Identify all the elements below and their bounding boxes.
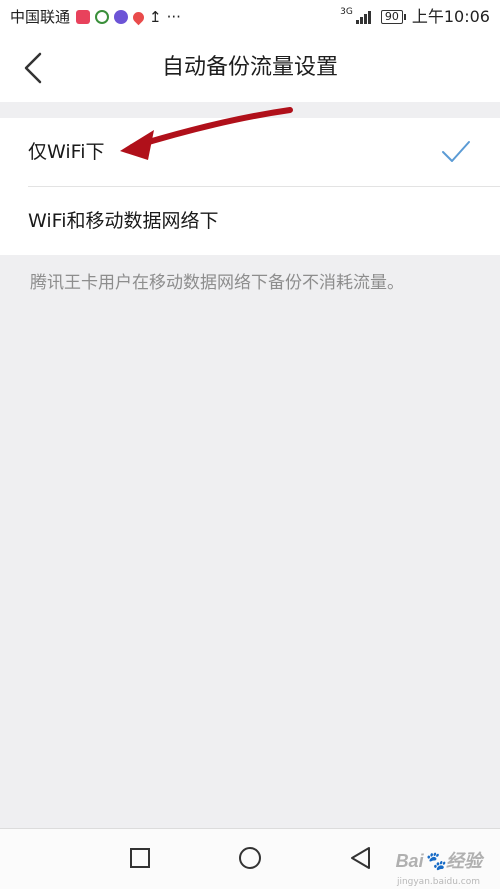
title-bar: 自动备份流量设置 — [0, 34, 500, 102]
message-icon — [114, 10, 129, 24]
watermark-logo: Bai🐾经验 — [395, 851, 482, 871]
network-type-label: 3G — [340, 7, 353, 17]
upload-icon: ↥ — [149, 7, 162, 26]
sync-icon — [95, 10, 110, 24]
page-title: 自动备份流量设置 — [161, 55, 338, 80]
battery-level: 90 — [380, 10, 403, 24]
status-right: 3G 90 上午10:06 — [340, 0, 490, 34]
status-left: 中国联通 ↥ ··· — [10, 0, 181, 34]
app-notification-icon — [76, 10, 91, 24]
annotation-arrow-icon — [120, 107, 293, 160]
back-arrow-icon[interactable] — [18, 48, 58, 88]
hint-text: 腾讯王卡用户在移动数据网络下备份不消耗流量。 — [30, 273, 404, 293]
back-triangle-icon[interactable] — [347, 844, 375, 872]
recent-apps-icon[interactable] — [126, 844, 154, 872]
clock: 上午10:06 — [411, 7, 490, 26]
battery-icon: 90 — [380, 10, 406, 24]
checkmark-icon — [442, 141, 470, 162]
watermark-url: jingyan.baidu.com — [396, 877, 480, 887]
signal-icon — [355, 10, 371, 24]
more-notifications-icon: ··· — [166, 8, 181, 26]
location-icon — [130, 9, 147, 25]
option-label: 仅WiFi下 — [28, 141, 105, 163]
status-bar: 中国联通 ↥ ··· 3G 90 上午10:06 — [0, 0, 500, 34]
option-label: WiFi和移动数据网络下 — [28, 210, 219, 232]
navigation-bar: Bai🐾经验 jingyan.baidu.com — [0, 828, 500, 889]
home-icon[interactable] — [236, 844, 264, 872]
option-wifi-and-mobile[interactable]: WiFi和移动数据网络下 — [0, 187, 500, 255]
carrier-label: 中国联通 — [10, 8, 71, 26]
